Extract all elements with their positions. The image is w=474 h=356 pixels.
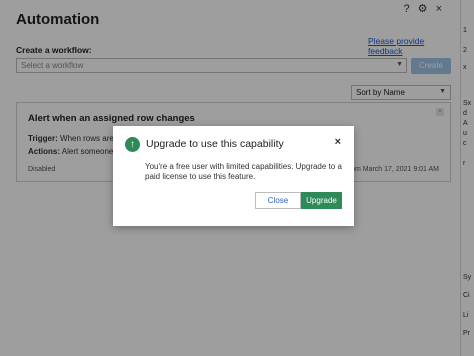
upgrade-dialog: ↑ Upgrade to use this capability × You'r… bbox=[113, 126, 354, 226]
close-button[interactable]: Close bbox=[255, 192, 301, 209]
upgrade-arrow-icon: ↑ bbox=[125, 137, 140, 152]
upgrade-button[interactable]: Upgrade bbox=[301, 192, 342, 209]
dialog-title: Upgrade to use this capability bbox=[146, 138, 284, 150]
close-icon[interactable]: × bbox=[335, 136, 341, 148]
dialog-message: You're a free user with limited capabili… bbox=[145, 162, 342, 181]
